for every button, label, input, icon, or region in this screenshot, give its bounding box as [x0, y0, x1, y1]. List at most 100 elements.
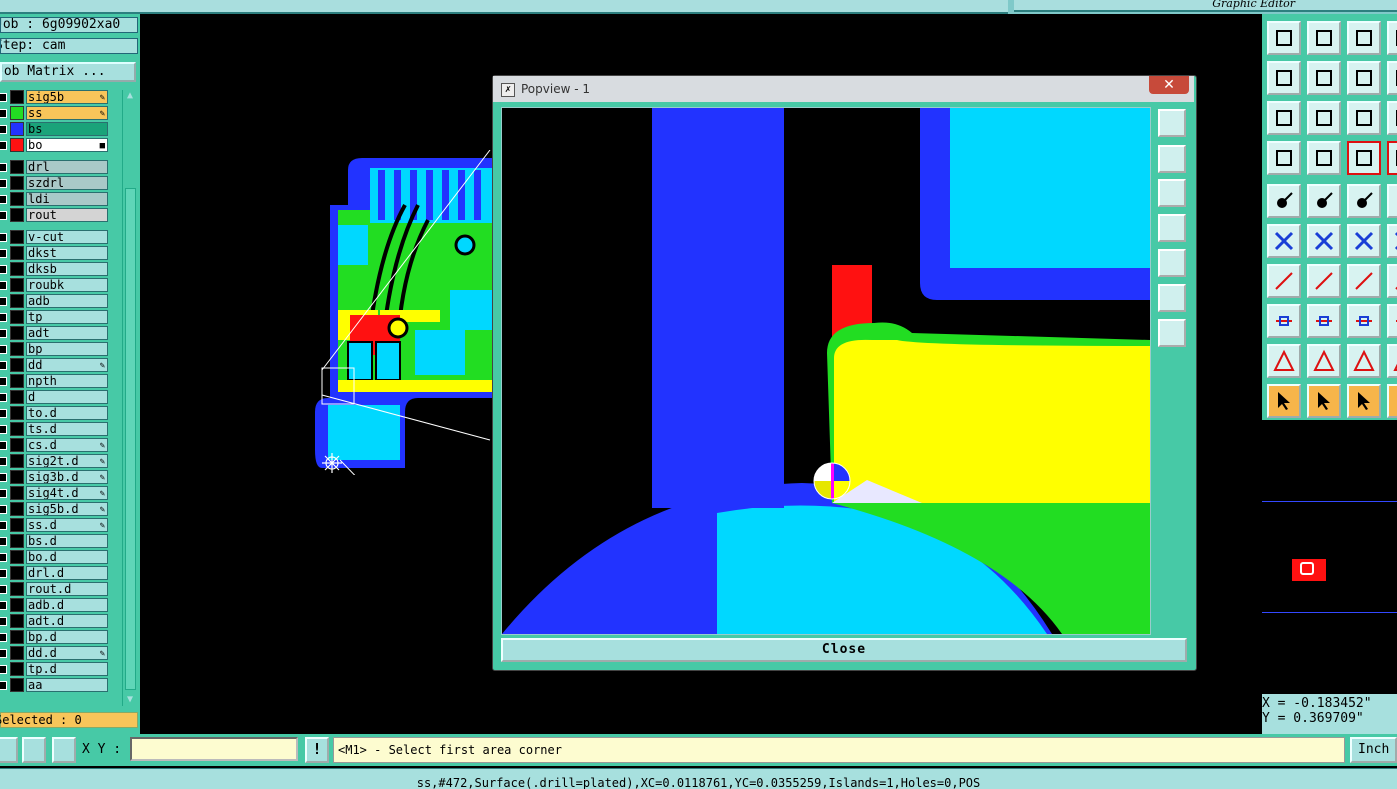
layer-checkbox[interactable] [0, 553, 7, 562]
layer-color-swatch[interactable] [10, 326, 24, 340]
layer-color-swatch[interactable] [10, 230, 24, 244]
ruler-icon[interactable] [1347, 184, 1381, 218]
page-icon[interactable] [1387, 21, 1397, 55]
layer-checkbox[interactable] [0, 297, 7, 306]
layer-name[interactable]: tp [26, 310, 108, 324]
pad-icon[interactable] [1267, 304, 1301, 338]
text-a2-icon[interactable] [1347, 344, 1381, 378]
layer-color-swatch[interactable] [10, 374, 24, 388]
layer-name[interactable]: npth [26, 374, 108, 388]
layer-name[interactable]: adb [26, 294, 108, 308]
layer-name[interactable]: sig5b ✎ [26, 90, 108, 104]
draw-slash-icon[interactable] [1307, 264, 1341, 298]
layer-row-bo[interactable]: bo ■ [0, 138, 120, 152]
layer-checkbox[interactable] [0, 125, 7, 134]
layer-color-swatch[interactable] [10, 470, 24, 484]
layer-name[interactable]: ss ✎ [26, 106, 108, 120]
layer-name[interactable]: bo ■ [26, 138, 108, 152]
layer-name[interactable]: adt.d [26, 614, 108, 628]
layer-color-swatch[interactable] [10, 208, 24, 222]
layer-color-swatch[interactable] [10, 438, 24, 452]
layer-name[interactable]: dd.d ✎ [26, 646, 108, 660]
move-left-icon[interactable] [1267, 61, 1301, 95]
layer-color-swatch[interactable] [10, 598, 24, 612]
layer-name[interactable]: bp [26, 342, 108, 356]
layer-name[interactable]: szdrl [26, 176, 108, 190]
layer-checkbox[interactable] [0, 141, 7, 150]
layer-color-swatch[interactable] [10, 406, 24, 420]
layer-checkbox[interactable] [0, 345, 7, 354]
layer-name[interactable]: adb.d [26, 598, 108, 612]
layer-row-sig5b[interactable]: sig5b ✎ [0, 90, 120, 104]
more-icon[interactable] [1387, 224, 1397, 258]
layer-checkbox[interactable] [0, 617, 7, 626]
move-up-icon[interactable] [1267, 21, 1301, 55]
layer-row-bp[interactable]: bp [0, 342, 120, 356]
layer-row-bo.d[interactable]: bo.d [0, 550, 120, 564]
pan-down-icon[interactable] [1158, 179, 1186, 207]
layer-name[interactable]: ss.d ✎ [26, 518, 108, 532]
layer-row-sig5b.d[interactable]: sig5b.d ✎ [0, 502, 120, 516]
connect-icon[interactable] [1267, 224, 1301, 258]
layer-name[interactable]: v-cut [26, 230, 108, 244]
layer-row-dd[interactable]: dd ✎ [0, 358, 120, 372]
layer-checkbox[interactable] [0, 211, 7, 220]
layer-row-szdrl[interactable]: szdrl [0, 176, 120, 190]
layer-checkbox[interactable] [0, 601, 7, 610]
layer-name[interactable]: cs.d ✎ [26, 438, 108, 452]
layer-name[interactable]: adt [26, 326, 108, 340]
layer-name[interactable]: bp.d [26, 630, 108, 644]
layer-row-tp.d[interactable]: tp.d [0, 662, 120, 676]
layer-color-swatch[interactable] [10, 630, 24, 644]
layer-color-swatch[interactable] [10, 106, 24, 120]
layer-row-ts.d[interactable]: ts.d [0, 422, 120, 436]
layer-checkbox[interactable] [0, 265, 7, 274]
layer-row-adb.d[interactable]: adb.d [0, 598, 120, 612]
layer-color-swatch[interactable] [10, 518, 24, 532]
layer-color-swatch[interactable] [10, 534, 24, 548]
layer-color-swatch[interactable] [10, 122, 24, 136]
layer-color-swatch[interactable] [10, 502, 24, 516]
home-icon[interactable] [1347, 21, 1381, 55]
layer-color-swatch[interactable] [10, 310, 24, 324]
layer-row-dd.d[interactable]: dd.d ✎ [0, 646, 120, 660]
layer-name[interactable]: dkst [26, 246, 108, 260]
layer-checkbox[interactable] [0, 179, 7, 188]
layer-name[interactable]: bs [26, 122, 108, 136]
layer-row-aa[interactable]: aa [0, 678, 120, 692]
layer-row-dksb[interactable]: dksb [0, 262, 120, 276]
layer-color-swatch[interactable] [10, 422, 24, 436]
layer-checkbox[interactable] [0, 649, 7, 658]
layer-color-swatch[interactable] [10, 278, 24, 292]
delete-icon[interactable] [1307, 224, 1341, 258]
popview-close-button[interactable]: Close [501, 638, 1187, 662]
more-icon[interactable] [1387, 304, 1397, 338]
layer-name[interactable]: drl [26, 160, 108, 174]
popview-titlebar[interactable]: ✗ Popview - 1 ✕ [493, 76, 1194, 102]
measure-icon[interactable] [22, 737, 46, 763]
more-icon[interactable] [1387, 384, 1397, 418]
layer-color-swatch[interactable] [10, 390, 24, 404]
layer-checkbox[interactable] [0, 163, 7, 172]
layer-color-swatch[interactable] [10, 646, 24, 660]
job-matrix-button[interactable]: Job Matrix ... [0, 62, 136, 82]
layer-name[interactable]: aa [26, 678, 108, 692]
layer-checkbox[interactable] [0, 633, 7, 642]
layer-name[interactable]: d [26, 390, 108, 404]
layer-name[interactable]: rout.d [26, 582, 108, 596]
layer-checkbox[interactable] [0, 361, 7, 370]
layer-checkbox[interactable] [0, 457, 7, 466]
draw-line-icon[interactable] [1267, 264, 1301, 298]
minus-icon[interactable] [1307, 304, 1341, 338]
layer-row-sig2t.d[interactable]: sig2t.d ✎ [0, 454, 120, 468]
layer-row-v-cut[interactable]: v-cut [0, 230, 120, 244]
layer-checkbox[interactable] [0, 195, 7, 204]
layer-color-swatch[interactable] [10, 614, 24, 628]
layer-checkbox[interactable] [0, 313, 7, 322]
layer-row-bp.d[interactable]: bp.d [0, 630, 120, 644]
layer-name[interactable]: to.d [26, 406, 108, 420]
warning-button[interactable]: ! [305, 737, 329, 763]
zoom-in-icon[interactable] [1158, 319, 1186, 347]
layer-checkbox[interactable] [0, 249, 7, 258]
layer-row-adt[interactable]: adt [0, 326, 120, 340]
